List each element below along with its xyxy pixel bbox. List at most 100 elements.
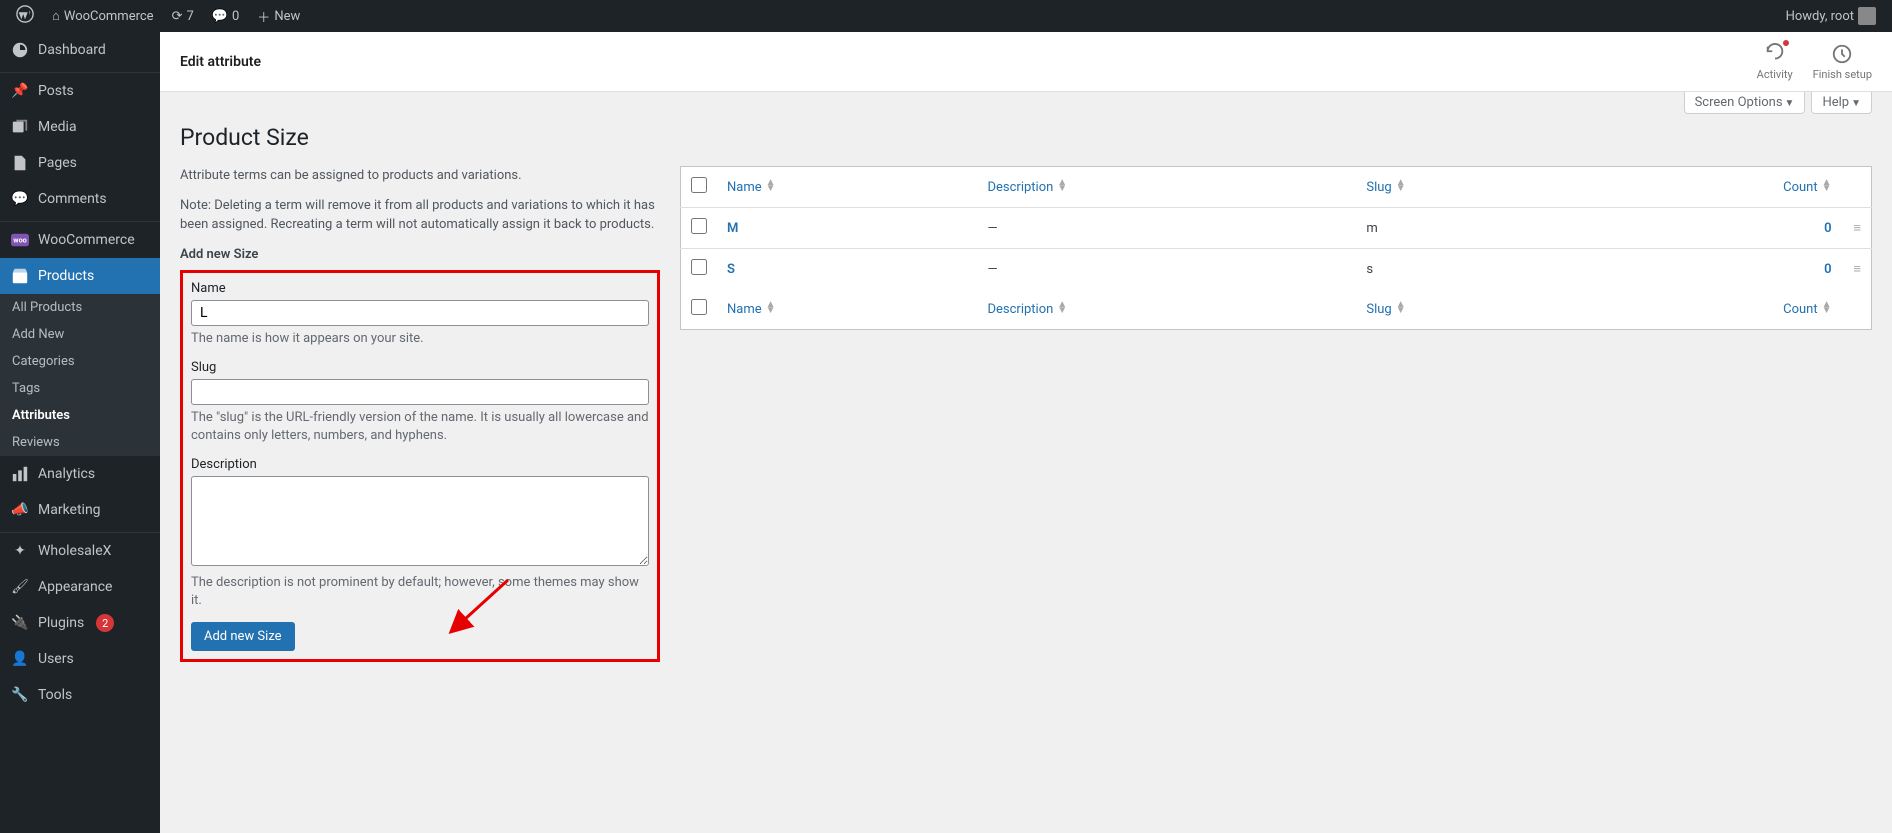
row-checkbox[interactable] [691, 218, 707, 234]
refresh-icon: ⟳ [172, 9, 183, 24]
col-name-footer[interactable]: Name▲▼ [717, 289, 977, 330]
finish-setup-button[interactable]: Finish setup [1813, 42, 1872, 81]
col-description-header[interactable]: Description▲▼ [977, 167, 1356, 208]
comments-link[interactable]: 💬0 [206, 0, 246, 32]
products-icon [10, 266, 30, 286]
dashboard-icon [10, 40, 30, 60]
avatar [1858, 7, 1876, 25]
howdy-text: Howdy, root [1786, 9, 1854, 24]
menu-tools[interactable]: 🔧Tools [0, 677, 160, 713]
menu-posts[interactable]: 📌Posts [0, 73, 160, 109]
highlight-box: Name The name is how it appears on your … [180, 270, 660, 663]
col-count-header[interactable]: Count▲▼ [1582, 167, 1842, 208]
description-input[interactable] [191, 476, 649, 566]
row-checkbox[interactable] [691, 259, 707, 275]
updates-link[interactable]: ⟳7 [166, 0, 200, 32]
term-slug: m [1356, 208, 1581, 249]
table-row: S—s0≡ [681, 249, 1872, 290]
screen-options-toggle[interactable]: Screen Options▼ [1684, 92, 1806, 114]
home-icon: ⌂ [52, 8, 60, 24]
menu-dashboard[interactable]: Dashboard [0, 32, 160, 68]
howdy-link[interactable]: Howdy, root [1780, 0, 1882, 32]
sort-icon: ▲▼ [1057, 302, 1067, 314]
col-slug-header[interactable]: Slug▲▼ [1356, 167, 1581, 208]
submenu-all-products[interactable]: All Products [0, 294, 160, 321]
woo-icon: woo [10, 230, 30, 250]
menu-comments[interactable]: 💬Comments [0, 181, 160, 217]
slug-label: Slug [191, 360, 649, 375]
name-help: The name is how it appears on your site. [191, 330, 649, 348]
slug-input[interactable] [191, 379, 649, 405]
add-heading: Add new Size [180, 247, 660, 262]
term-name-link[interactable]: M [727, 221, 738, 236]
term-slug: s [1356, 249, 1581, 290]
term-description: — [977, 208, 1356, 249]
topbar-title: Edit attribute [180, 54, 261, 70]
intro-text-1: Attribute terms can be assigned to produ… [180, 166, 660, 186]
clock-icon [1830, 42, 1854, 66]
wordpress-icon [16, 5, 34, 27]
sort-icon: ▲▼ [766, 302, 776, 314]
submenu-reviews[interactable]: Reviews [0, 429, 160, 456]
plus-icon: ＋ [257, 7, 270, 26]
col-count-footer[interactable]: Count▲▼ [1582, 289, 1842, 330]
col-name-header[interactable]: Name▲▼ [717, 167, 977, 208]
activity-button[interactable]: Activity [1757, 42, 1793, 81]
table-row: M —m 0 ≡ [681, 208, 1872, 249]
new-content-link[interactable]: ＋ New [251, 0, 306, 32]
chevron-down-icon: ▼ [1785, 98, 1795, 109]
wp-logo[interactable] [10, 0, 40, 32]
activity-icon [1763, 42, 1787, 66]
plugin-icon: 🔌 [10, 613, 30, 633]
analytics-icon [10, 464, 30, 484]
description-help: The description is not prominent by defa… [191, 574, 649, 610]
submenu-categories[interactable]: Categories [0, 348, 160, 375]
menu-marketing[interactable]: 📣Marketing [0, 492, 160, 528]
comments-icon: 💬 [10, 189, 30, 209]
megaphone-icon: 📣 [10, 500, 30, 520]
new-label: New [274, 9, 300, 24]
drag-handle-icon[interactable]: ≡ [1842, 208, 1872, 249]
name-label: Name [191, 281, 649, 296]
help-toggle[interactable]: Help▼ [1811, 92, 1872, 114]
menu-woocommerce[interactable]: wooWooCommerce [0, 222, 160, 258]
submenu-tags[interactable]: Tags [0, 375, 160, 402]
menu-media[interactable]: Media [0, 109, 160, 145]
menu-appearance[interactable]: 🖌Appearance [0, 569, 160, 605]
menu-products[interactable]: Products [0, 258, 160, 294]
menu-pages[interactable]: Pages [0, 145, 160, 181]
term-name-link[interactable]: S [727, 262, 735, 277]
col-slug-footer[interactable]: Slug▲▼ [1356, 289, 1581, 330]
site-name: WooCommerce [64, 9, 154, 24]
updates-count: 7 [186, 9, 193, 24]
add-new-size-button[interactable]: Add new Size [191, 622, 295, 651]
description-label: Description [191, 457, 649, 472]
term-count-link[interactable]: 0 [1824, 262, 1831, 277]
chevron-down-icon: ▼ [1851, 98, 1861, 109]
page-icon [10, 153, 30, 173]
sort-icon: ▲▼ [1396, 180, 1406, 192]
user-icon: 👤 [10, 649, 30, 669]
menu-analytics[interactable]: Analytics [0, 456, 160, 492]
submenu-add-new[interactable]: Add New [0, 321, 160, 348]
menu-wholesalex[interactable]: ✦WholesaleX [0, 533, 160, 569]
select-all-top[interactable] [691, 177, 707, 193]
select-all-bottom[interactable] [691, 299, 707, 315]
media-icon [10, 117, 30, 137]
comments-count: 0 [232, 9, 239, 24]
menu-users[interactable]: 👤Users [0, 641, 160, 677]
sort-icon: ▲▼ [1822, 302, 1832, 314]
page-title: Product Size [180, 124, 1872, 151]
svg-text:woo: woo [13, 236, 26, 245]
sort-icon: ▲▼ [1396, 302, 1406, 314]
wholesalex-icon: ✦ [10, 541, 30, 561]
menu-plugins[interactable]: 🔌Plugins2 [0, 605, 160, 641]
sort-icon: ▲▼ [1822, 180, 1832, 192]
name-input[interactable] [191, 300, 649, 326]
drag-handle-icon[interactable]: ≡ [1842, 249, 1872, 290]
submenu-attributes[interactable]: Attributes [0, 402, 160, 429]
col-description-footer[interactable]: Description▲▼ [977, 289, 1356, 330]
admin-sidebar: Dashboard 📌Posts Media Pages 💬Comments w… [0, 32, 160, 833]
term-count-link[interactable]: 0 [1824, 221, 1831, 236]
site-home-link[interactable]: ⌂ WooCommerce [46, 0, 160, 32]
